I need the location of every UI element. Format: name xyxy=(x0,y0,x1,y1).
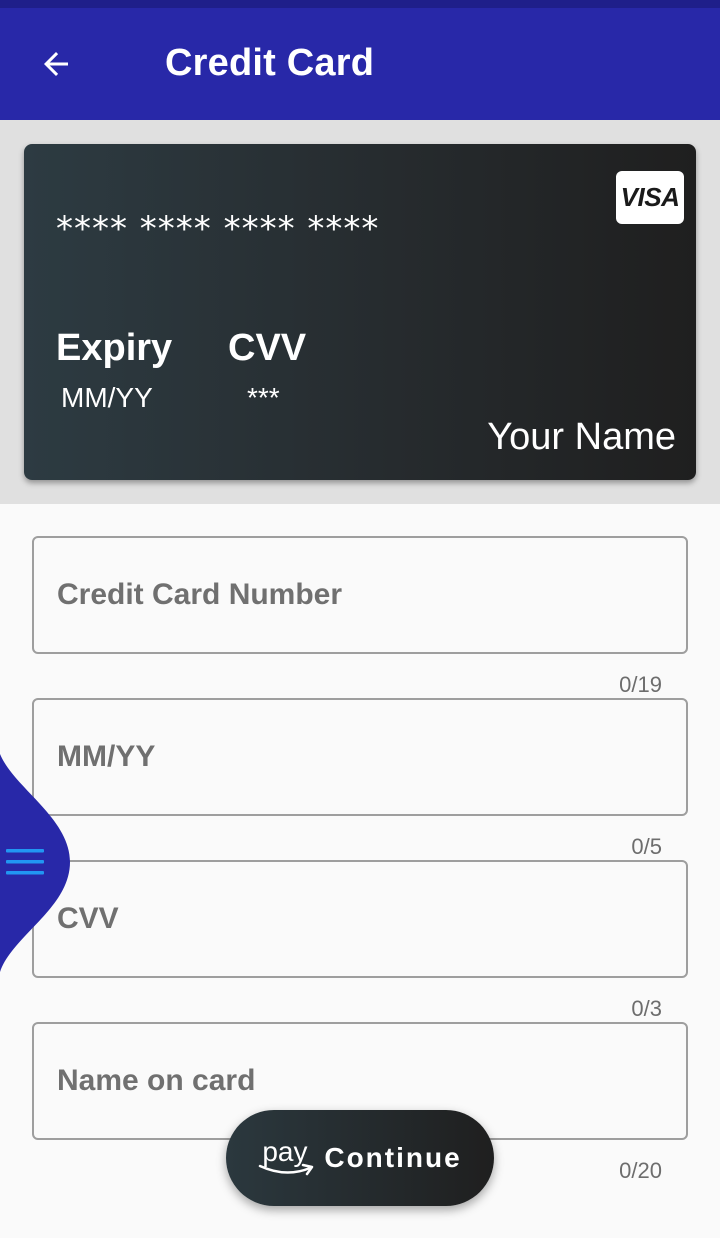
cvv-value: *** xyxy=(247,382,280,413)
amazon-pay-logo: pay xyxy=(258,1136,318,1180)
card-preview-area: VISA **** **** **** **** Expiry MM/YY CV… xyxy=(0,120,720,504)
cvv-label: CVV xyxy=(228,327,307,369)
expiry-field[interactable] xyxy=(32,698,688,816)
back-button[interactable] xyxy=(30,38,82,90)
app-bar: Credit Card xyxy=(0,8,720,120)
side-drawer-tab[interactable] xyxy=(0,740,90,980)
expiry-counter: 0/5 xyxy=(631,834,662,859)
card-number-mask: **** **** **** **** xyxy=(56,209,380,249)
card-number-input[interactable] xyxy=(34,538,686,652)
continue-label: Continue xyxy=(324,1142,462,1173)
cvv-counter: 0/3 xyxy=(631,996,662,1021)
arrow-left-icon xyxy=(44,52,68,76)
credit-card-preview: VISA **** **** **** **** Expiry MM/YY CV… xyxy=(24,144,696,480)
drawer-tab-shape xyxy=(0,754,70,972)
card-number-counter: 0/19 xyxy=(619,672,662,697)
cvv-field[interactable] xyxy=(32,860,688,978)
card-holder-name: Your Name xyxy=(487,416,676,458)
card-number-field[interactable] xyxy=(32,536,688,654)
page-title: Credit Card xyxy=(165,42,375,84)
name-on-card-counter: 0/20 xyxy=(619,1158,662,1183)
status-bar-strip xyxy=(0,0,720,8)
expiry-input[interactable] xyxy=(34,700,686,814)
cvv-input[interactable] xyxy=(34,862,686,976)
expiry-value: MM/YY xyxy=(61,382,153,413)
visa-logo: VISA xyxy=(616,171,684,224)
continue-button[interactable]: pay Continue xyxy=(226,1110,494,1206)
expiry-label: Expiry xyxy=(56,327,173,369)
smile-arrow-icon xyxy=(259,1163,314,1176)
